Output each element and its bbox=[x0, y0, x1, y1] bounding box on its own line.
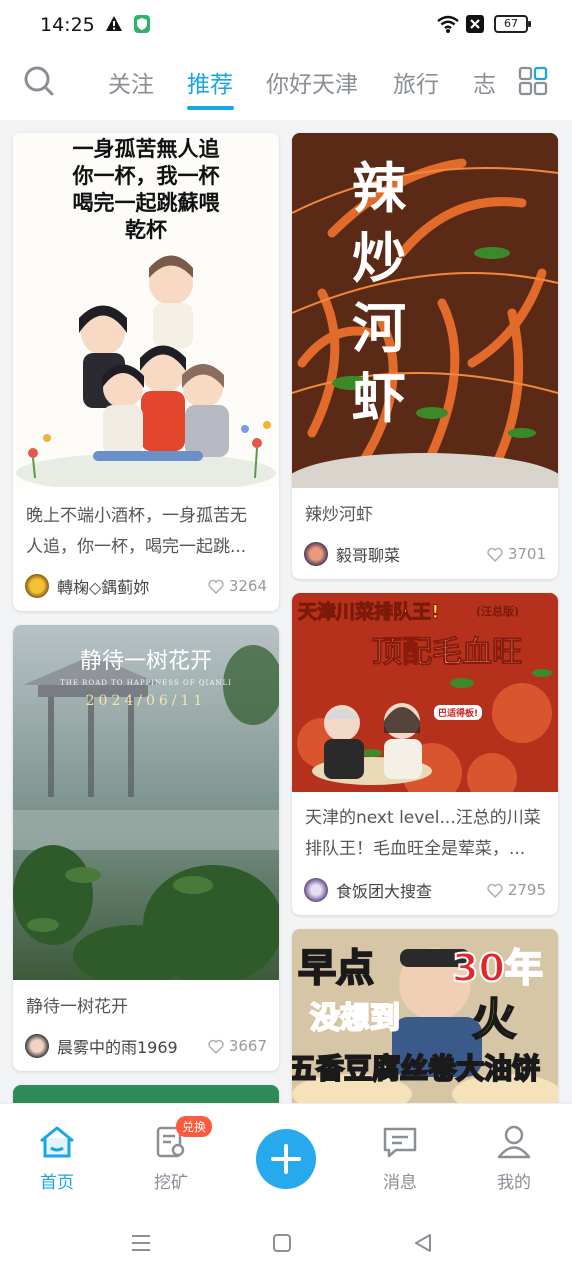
feed-card[interactable] bbox=[13, 1085, 279, 1103]
channel-grid-icon[interactable] bbox=[518, 66, 548, 96]
heart-icon bbox=[208, 579, 224, 594]
card-image: 早点 30年 没想到 火 五香豆腐丝卷大油饼 bbox=[292, 929, 558, 1103]
home-icon bbox=[40, 1126, 74, 1158]
image-caption-a: 早点 bbox=[297, 945, 375, 991]
card-title-line: 排队王！毛血旺全是荤菜，... bbox=[305, 839, 526, 859]
nav-mining-label: 挖矿 bbox=[154, 1173, 188, 1193]
warning-icon bbox=[105, 15, 123, 37]
nav-messages[interactable]: 消息 bbox=[360, 1124, 440, 1193]
card-title-line: 晚上不端小酒杯，一身孤苦无 bbox=[26, 506, 247, 526]
image-caption-tag: (汪总版) bbox=[476, 605, 520, 618]
feed-card[interactable]: 一身孤苦無人追 你一杯，我一杯 喝完一起跳蘇喂 乾杯 晚上不端小酒杯，一身孤苦无… bbox=[13, 133, 279, 611]
nav-profile-label: 我的 bbox=[497, 1173, 531, 1193]
heart-icon bbox=[487, 547, 503, 562]
heart-icon bbox=[208, 1039, 224, 1054]
feed-card[interactable]: 静待一树花开 THE ROAD TO HAPPINESS OF QIANLI 2… bbox=[13, 625, 279, 1071]
card-title-line: 天津的next level...汪总的川菜 bbox=[305, 808, 541, 828]
shield-icon bbox=[133, 14, 151, 38]
nav-home-label: 首页 bbox=[40, 1173, 74, 1193]
like-count-value: 3667 bbox=[228, 1037, 267, 1055]
image-caption-e: 五香豆腐丝卷大油饼 bbox=[292, 1051, 541, 1086]
bottom-navigation: 首页 挖矿 兑换 消息 我的 bbox=[0, 1103, 572, 1203]
profile-icon bbox=[497, 1125, 531, 1159]
active-tab-indicator bbox=[187, 106, 234, 110]
author-name: 食饭团大搜查 bbox=[336, 882, 433, 901]
like-count-value: 2795 bbox=[507, 881, 546, 899]
feed-card[interactable]: 天津川菜排队王! (汪总版) 顶配毛血旺 巴适得板! 天津的next level… bbox=[292, 593, 558, 915]
like-count[interactable]: 3264 bbox=[208, 577, 267, 595]
like-count-value: 3701 bbox=[507, 545, 546, 563]
no-sim-icon bbox=[466, 15, 484, 37]
author-name: 晨雾中的雨1969 bbox=[57, 1038, 178, 1057]
image-caption-text: 一身孤苦無人追 你一杯，我一杯 喝完一起跳蘇喂 乾杯 bbox=[72, 136, 220, 242]
message-icon bbox=[383, 1127, 417, 1158]
top-navigation: 关注 推荐 你好天津 旅行 志 bbox=[0, 52, 572, 118]
feed-card[interactable]: 早点 30年 没想到 火 五香豆腐丝卷大油饼 bbox=[292, 929, 558, 1103]
menu-icon[interactable] bbox=[130, 1233, 152, 1257]
avatar bbox=[304, 542, 328, 566]
card-author[interactable]: 晨雾中的雨1969 bbox=[25, 1033, 178, 1059]
card-author[interactable]: 食饭团大搜查 bbox=[304, 877, 432, 903]
card-image: 静待一树花开 THE ROAD TO HAPPINESS OF QIANLI 2… bbox=[13, 625, 279, 980]
image-caption-bubble: 巴适得板! bbox=[434, 705, 483, 720]
image-caption-main: 顶配毛血旺 bbox=[372, 635, 523, 671]
nav-messages-label: 消息 bbox=[383, 1173, 417, 1193]
tab-following[interactable]: 关注 bbox=[108, 65, 154, 99]
card-author[interactable]: 毅哥聊菜 bbox=[304, 541, 400, 567]
image-caption-c: 没想到 bbox=[309, 1000, 401, 1037]
nav-home[interactable]: 首页 bbox=[17, 1124, 97, 1193]
card-image: 天津川菜排队王! (汪总版) 顶配毛血旺 巴适得板! bbox=[292, 593, 558, 792]
image-caption-d: 火 bbox=[471, 993, 517, 1046]
like-count[interactable]: 3701 bbox=[487, 545, 546, 563]
back-icon[interactable] bbox=[412, 1233, 434, 1257]
image-caption-subtext: THE ROAD TO HAPPINESS OF QIANLI bbox=[60, 679, 232, 687]
image-caption-date: 2024/06/11 bbox=[85, 693, 207, 709]
card-author[interactable]: 轉椈◇鍝蓟妳 bbox=[25, 573, 149, 599]
home-button-icon[interactable] bbox=[272, 1233, 292, 1257]
image-caption-text: 辣炒河虾 bbox=[352, 156, 406, 430]
system-navigation-bar bbox=[0, 1203, 572, 1280]
tab-hello-tianjin[interactable]: 你好天津 bbox=[266, 65, 358, 99]
card-title-line: 人追，你一杯，喝完一起跳... bbox=[26, 537, 247, 557]
exchange-badge[interactable]: 兑换 bbox=[176, 1116, 213, 1137]
avatar bbox=[25, 1034, 49, 1058]
author-name: 毅哥聊菜 bbox=[336, 546, 401, 565]
image-caption-top: 天津川菜排队王! bbox=[298, 601, 441, 624]
tab-recommended[interactable]: 推荐 bbox=[187, 65, 233, 99]
status-bar: 14:25 67 bbox=[0, 0, 572, 52]
card-title-line: 静待一树花开 bbox=[26, 997, 128, 1017]
like-count-value: 3264 bbox=[228, 577, 267, 595]
like-count[interactable]: 3667 bbox=[208, 1037, 267, 1055]
avatar bbox=[304, 878, 328, 902]
search-icon[interactable] bbox=[22, 64, 56, 98]
nav-profile[interactable]: 我的 bbox=[474, 1124, 554, 1193]
battery-indicator: 67 bbox=[494, 15, 531, 33]
card-image: 一身孤苦無人追 你一杯，我一杯 喝完一起跳蘇喂 乾杯 bbox=[13, 133, 279, 487]
tab-travel[interactable]: 旅行 bbox=[393, 65, 439, 99]
card-title-line: 辣炒河虾 bbox=[305, 505, 373, 525]
heart-icon bbox=[487, 883, 503, 898]
content-feed[interactable]: 一身孤苦無人追 你一杯，我一杯 喝完一起跳蘇喂 乾杯 晚上不端小酒杯，一身孤苦无… bbox=[0, 120, 572, 1103]
tab-more-partial[interactable]: 志 bbox=[473, 65, 496, 99]
create-post-button[interactable] bbox=[256, 1129, 316, 1189]
avatar bbox=[25, 574, 49, 598]
feed-card[interactable]: 辣炒河虾 辣炒河虾 毅哥聊菜 3701 bbox=[292, 133, 558, 579]
image-caption-text: 静待一树花开 bbox=[79, 649, 212, 674]
wifi-icon bbox=[436, 14, 460, 38]
channel-tabs: 关注 推荐 你好天津 旅行 志 bbox=[90, 52, 500, 118]
status-time: 14:25 bbox=[40, 14, 95, 36]
like-count[interactable]: 2795 bbox=[487, 881, 546, 899]
card-image: 辣炒河虾 bbox=[292, 133, 558, 488]
plus-icon bbox=[271, 1144, 301, 1174]
author-name: 轉椈◇鍝蓟妳 bbox=[57, 578, 150, 597]
